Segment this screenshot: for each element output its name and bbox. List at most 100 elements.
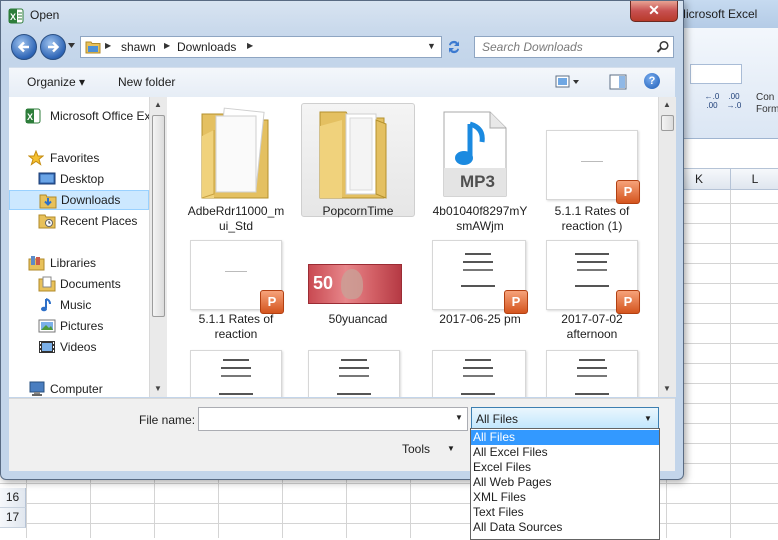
file-label-line: 5.1.1 Rates of [198,312,274,326]
banknote-value: 50 [313,273,334,293]
breadcrumb-arrow-icon[interactable]: ▶ [247,41,253,50]
row-header-17[interactable]: 17 [0,508,26,528]
recent-pages-dropdown[interactable] [68,43,75,48]
nav-item-desktop[interactable]: Desktop [9,169,149,189]
slide-thumbnail [308,350,400,397]
slide-text-line [575,393,609,395]
file-item-4b01040f8297mysmawjm[interactable]: MP3 4b01040f8297mY smAWjm [423,103,537,233]
breadcrumb-arrow-icon[interactable]: ▶ [105,41,111,50]
column-header-l[interactable]: L [730,169,778,189]
file-label-line: 50yuancad [328,312,388,326]
close-button[interactable]: ✕ [630,1,678,22]
nav-item-microsoft-office-excel[interactable]: X Microsoft Office Ex [9,106,149,126]
excel-title-bar: Microsoft Excel [670,0,778,28]
decrease-decimal-button[interactable]: .00 →.0 [724,92,744,110]
nav-label: Recent Places [60,214,138,228]
file-type-option-all-files[interactable]: All Files [471,430,659,445]
address-dropdown-icon[interactable]: ▼ [427,41,436,51]
slide-text-line [577,375,607,377]
excel-icon: X [25,108,41,124]
open-dialog: X Open ✕ ▶ shawn ▶ Downloads ▶ ▼ Search … [0,0,684,480]
refresh-button[interactable] [445,38,463,56]
file-type-option-all-excel-files[interactable]: All Excel Files [471,445,659,460]
file-item-chinese-doc[interactable] [535,347,649,397]
slide-text-line [463,367,493,369]
slide-thumbnail [432,350,526,397]
increase-decimal-button[interactable]: ←.0.00 [702,92,722,110]
search-placeholder: Search Downloads [482,40,583,54]
file-item-chinese-doc[interactable] [179,347,293,397]
file-name-input[interactable] [198,407,468,431]
file-label-line: reaction (1) [561,219,623,233]
file-type-value: All Files [476,412,519,426]
new-folder-button[interactable]: New folder [118,75,175,89]
file-label-line: smAWjm [456,219,504,233]
change-view-button[interactable] [555,74,581,90]
file-name-dropdown-icon[interactable]: ▼ [455,413,463,422]
forward-arrow-icon [48,41,60,53]
breadcrumb-shawn[interactable]: shawn [121,40,156,54]
search-icon[interactable] [656,40,670,54]
nav-item-downloads[interactable]: Downloads [9,190,149,210]
breadcrumb-downloads[interactable]: Downloads [177,40,236,54]
slide-text-line [339,367,369,369]
slide-text-line [577,367,607,369]
nav-item-documents[interactable]: Documents [9,274,149,294]
navigation-scrollbar[interactable]: ▲ ▼ [149,97,167,397]
file-item-popcorntime[interactable]: PopcornTime [301,103,415,218]
file-item-5-1-1-rates-of-reaction-1[interactable]: P 5.1.1 Rates of reaction (1) [535,103,649,233]
nav-item-libraries[interactable]: Libraries [9,253,149,273]
conditional-formatting-button[interactable]: Con Form [756,92,778,116]
file-item-2017-07-02-afternoon[interactable]: P 2017-07-02 afternoon [535,237,649,351]
tools-button[interactable]: Tools [402,442,430,456]
nav-item-favorites[interactable]: Favorites [9,148,149,168]
slide-thumbnail [190,350,282,397]
music-icon [38,297,56,313]
file-type-options-list: All Files All Excel Files Excel Files Al… [470,428,660,540]
scrollbar-thumb[interactable] [661,115,674,131]
organize-button[interactable]: Organize ▾ [27,75,85,89]
file-list-scrollbar[interactable]: ▲ ▼ [658,97,676,397]
powerpoint-icon: P [616,290,640,314]
scroll-up-icon[interactable]: ▲ [154,100,162,109]
nav-item-computer[interactable]: Computer [9,379,149,397]
slide-text-line [223,359,249,361]
chevron-down-icon[interactable]: ▼ [644,414,652,423]
nav-item-pictures[interactable]: Pictures [9,316,149,336]
forward-button[interactable] [40,34,66,60]
slide-text-line [341,359,367,361]
search-box[interactable]: Search Downloads [474,36,674,58]
scrollbar-thumb[interactable] [152,115,165,317]
scroll-down-icon[interactable]: ▼ [154,384,162,393]
file-item-chinese-doc[interactable] [301,347,415,397]
file-label-line: ui_Std [218,219,254,233]
mp3-badge: MP3 [460,172,495,191]
file-item-adberdr11000-mui-std[interactable]: AdbeRdr11000_m ui_Std [179,103,293,233]
file-item-chinese-doc[interactable] [423,347,537,397]
breadcrumb-arrow-icon[interactable]: ▶ [164,41,170,50]
file-type-option-all-data-sources[interactable]: All Data Sources [471,520,659,535]
file-item-50yuancad[interactable]: 50 50yuancad [301,237,415,351]
nav-label: Libraries [50,256,97,270]
file-type-option-all-web-pages[interactable]: All Web Pages [471,475,659,490]
row-header-16[interactable]: 16 [0,488,26,508]
back-button[interactable] [11,34,37,60]
file-label-line: 2017-06-25 pm [439,312,521,326]
file-type-option-xml-files[interactable]: XML Files [471,490,659,505]
address-bar[interactable]: ▶ shawn ▶ Downloads ▶ ▼ [80,36,442,58]
help-button[interactable]: ? [644,73,660,89]
nav-item-music[interactable]: Music [9,295,149,315]
file-type-option-excel-files[interactable]: Excel Files [471,460,659,475]
slide-text-line [581,161,603,162]
file-item-5-1-1-rates-of-reaction[interactable]: P 5.1.1 Rates of reaction [179,237,293,351]
scroll-down-icon[interactable]: ▼ [663,384,671,393]
nav-item-videos[interactable]: Videos [9,337,149,357]
file-item-2017-06-25-pm[interactable]: P 2017-06-25 pm [423,237,537,351]
scroll-up-icon[interactable]: ▲ [663,100,671,109]
nav-item-recent-places[interactable]: Recent Places [9,211,149,231]
excel-number-format-dropdown[interactable] [690,64,742,84]
file-type-option-text-files[interactable]: Text Files [471,505,659,520]
tools-dropdown-icon[interactable]: ▼ [447,444,455,453]
downloads-folder-icon [39,193,57,209]
preview-pane-button[interactable] [609,74,627,90]
